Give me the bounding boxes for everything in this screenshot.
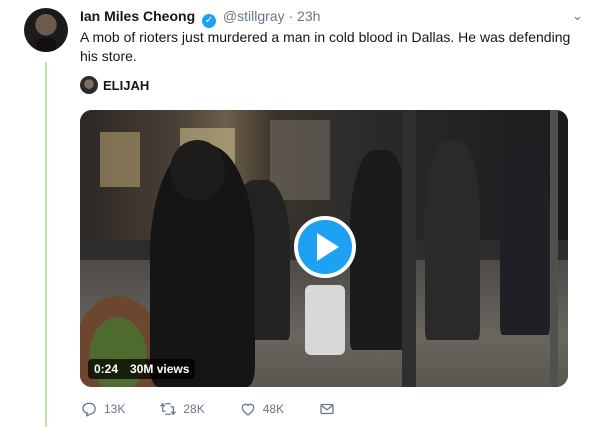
video-frame-figure [170,140,225,200]
video-info-badge: 0:24 30M views [88,359,196,379]
reply-count: 13K [104,402,126,416]
thread-connector-line [45,62,47,427]
video-frame-figure [425,140,480,340]
retweet-icon [160,403,177,415]
video-frame-pole [402,110,416,387]
separator-dot: · [288,8,294,24]
video-views: 30M views [130,362,190,376]
video-frame-pole [550,110,558,387]
heart-icon [241,403,254,416]
play-icon [317,233,339,261]
verified-badge-icon: ✓ [202,14,217,28]
media-attribution[interactable]: ELIJAH [80,76,149,94]
reply-icon [82,402,96,417]
envelope-icon [320,403,334,415]
tweet-timestamp[interactable]: 23h [297,8,320,24]
play-button[interactable] [294,216,356,278]
video-duration: 0:24 [94,362,119,376]
video-player[interactable]: 0:24 30M views [80,110,568,387]
author-handle[interactable]: @stillgray [223,8,285,24]
retweet-count: 28K [183,402,205,416]
author-name[interactable]: Ian Miles Cheong [80,8,195,24]
reply-button[interactable]: 13K [80,400,125,418]
attribution-avatar [80,76,98,94]
author-avatar[interactable] [24,8,68,52]
chevron-down-icon[interactable]: ⌄ [572,8,583,24]
like-button[interactable]: 48K [239,400,284,418]
video-frame-window [100,132,140,187]
video-frame-window [270,120,330,200]
direct-message-button[interactable] [318,400,342,418]
attribution-name: ELIJAH [103,77,150,93]
tweet-actions: 13K 28K 48K [80,400,376,418]
tweet-text: A mob of rioters just murdered a man in … [80,29,571,64]
video-frame-figure [500,145,550,335]
video-frame-figure [305,285,345,355]
video-frame-figure [350,150,410,350]
retweet-button[interactable]: 28K [159,400,205,418]
like-count: 48K [262,402,285,416]
tweet-header: Ian Miles Cheong ✓ @stillgray · 23h [80,8,320,28]
